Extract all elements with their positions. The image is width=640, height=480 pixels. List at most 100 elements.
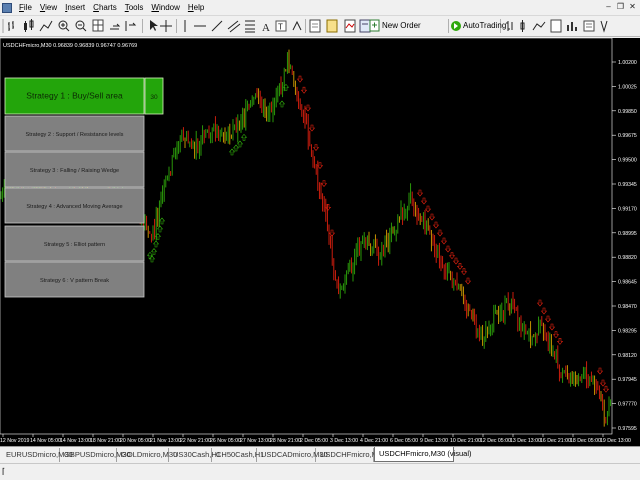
menu-view[interactable]: View bbox=[36, 0, 61, 15]
period-h1-icon[interactable] bbox=[550, 19, 562, 33]
tab-usdchf-visual[interactable]: USDCHFmicro,M30 (visual) bbox=[374, 447, 472, 462]
period-w1-icon[interactable] bbox=[600, 20, 608, 33]
sell-arrow bbox=[456, 263, 464, 270]
strategy-panel: Strategy 1 : Buy/Sell area Strategy 2 : S… bbox=[4, 77, 164, 298]
candlestick-icon[interactable] bbox=[24, 19, 34, 32]
period-d1-icon[interactable] bbox=[583, 20, 595, 32]
zoom-in-icon[interactable] bbox=[58, 20, 70, 32]
scroll-chart-icon[interactable] bbox=[110, 23, 121, 30]
toolbar-icons: A T bbox=[2, 19, 608, 34]
price-label: 0.99500 bbox=[618, 158, 637, 164]
time-label: 3 Dec 13:00 bbox=[330, 438, 358, 444]
sell-arrow bbox=[448, 252, 456, 260]
svg-text:T: T bbox=[278, 23, 283, 32]
period-m15-icon[interactable] bbox=[532, 21, 546, 31]
status-bar: ⌈ bbox=[0, 463, 640, 480]
buy-arrow bbox=[146, 251, 154, 259]
new-order-button[interactable]: New Order bbox=[382, 19, 421, 33]
text-label-icon[interactable]: T bbox=[275, 20, 287, 32]
period-h4-icon[interactable] bbox=[567, 22, 577, 31]
sell-arrow bbox=[556, 338, 564, 345]
autotrading-button[interactable]: AutoTrading bbox=[463, 19, 506, 33]
price-label: 1.00200 bbox=[618, 60, 637, 66]
time-label: 2 Dec 05:00 bbox=[300, 438, 328, 444]
sell-arrow bbox=[544, 315, 552, 323]
sell-arrow bbox=[304, 104, 312, 112]
time-label: 16 Dec 21:00 bbox=[540, 438, 571, 444]
indicators-icon[interactable] bbox=[344, 19, 356, 33]
restore-icon[interactable]: ❐ bbox=[616, 2, 625, 11]
strategy-count-box[interactable]: 30 bbox=[144, 77, 164, 115]
navigator-icon[interactable] bbox=[359, 19, 371, 33]
chart-area[interactable]: 1.00200 1.00025 0.99850 0.99675 0.99500 0.993… bbox=[0, 38, 640, 446]
trendline-icon[interactable] bbox=[211, 20, 223, 32]
bar-chart-icon[interactable] bbox=[8, 21, 14, 31]
price-label: 0.98995 bbox=[618, 231, 637, 237]
period-m5-icon[interactable] bbox=[520, 20, 525, 32]
new-order-icon[interactable] bbox=[369, 19, 380, 32]
time-label: 14 Nov 05:00 bbox=[30, 438, 61, 444]
menu-insert[interactable]: Insert bbox=[61, 0, 89, 15]
arrows-icon[interactable] bbox=[292, 20, 302, 31]
channel-icon[interactable] bbox=[227, 20, 241, 33]
tab-us30[interactable]: US30Cash,H1 bbox=[169, 448, 221, 462]
time-label: 26 Nov 05:00 bbox=[210, 438, 241, 444]
menu-window[interactable]: Window bbox=[147, 0, 183, 15]
buy-arrow bbox=[240, 133, 248, 141]
menu-file[interactable]: File bbox=[15, 0, 36, 15]
tab-eurusd[interactable]: EURUSDmicro,M30 bbox=[2, 448, 73, 462]
tab-usdchf[interactable]: USDCHFmicro,M30 bbox=[316, 448, 386, 462]
minimize-icon[interactable]: – bbox=[604, 2, 613, 11]
tab-gbpusd[interactable]: GBPUSDmicro,M30 bbox=[60, 448, 131, 462]
sell-arrow bbox=[540, 307, 548, 315]
templates-icon[interactable] bbox=[326, 19, 338, 33]
text-icon[interactable]: A bbox=[262, 22, 270, 34]
tab-ch50[interactable]: CH50Cash,H1 bbox=[212, 448, 264, 462]
strategy-button-4[interactable]: Strategy 4 : Advanced Moving Average bbox=[4, 187, 145, 224]
menu-help[interactable]: Help bbox=[184, 0, 208, 15]
strategy-button-6[interactable]: Strategy 6 : V pattern Break bbox=[4, 261, 145, 298]
strategy-button-5[interactable]: Strategy 5 : Elliot pattern bbox=[4, 225, 145, 262]
time-label: 12 Nov 2019 bbox=[0, 438, 30, 444]
price-chart: 1.00200 1.00025 0.99850 0.99675 0.99500 0.993… bbox=[0, 38, 637, 444]
zoom-out-icon[interactable] bbox=[75, 20, 87, 32]
chart-shift-icon[interactable] bbox=[125, 21, 137, 31]
autotrading-icon[interactable] bbox=[451, 21, 461, 31]
strategy-button-1[interactable]: Strategy 1 : Buy/Sell area bbox=[4, 77, 145, 115]
buy-arrow bbox=[150, 248, 158, 255]
line-chart-icon[interactable] bbox=[39, 20, 53, 32]
menu-tools[interactable]: Tools bbox=[121, 0, 148, 15]
price-label: 0.99675 bbox=[618, 133, 637, 139]
tab-usdcad[interactable]: USDCADmicro,M30 bbox=[257, 448, 328, 462]
cursor-icon[interactable] bbox=[150, 20, 158, 31]
strategy-label: Strategy 5 : Elliot pattern bbox=[44, 242, 105, 248]
time-label: 18 Dec 05:00 bbox=[570, 438, 601, 444]
time-label: 13 Dec 13:00 bbox=[510, 438, 541, 444]
sell-arrow bbox=[416, 189, 424, 197]
sell-arrow bbox=[316, 162, 324, 169]
tab-gold[interactable]: GOLDmicro,M30 bbox=[117, 448, 177, 462]
app-icon bbox=[2, 2, 12, 13]
close-icon[interactable]: ✕ bbox=[628, 2, 637, 11]
menu-bar: File View Insert Charts Tools Window Hel… bbox=[0, 0, 640, 15]
price-label: 0.98820 bbox=[618, 255, 637, 261]
strategy-label: Strategy 1 : Buy/Sell area bbox=[26, 91, 123, 101]
price-label: 0.98470 bbox=[618, 304, 637, 310]
crosshair-icon[interactable] bbox=[160, 20, 172, 32]
tile-windows-icon[interactable] bbox=[92, 19, 104, 32]
periodicity-icon[interactable] bbox=[309, 19, 321, 33]
time-label: 18 Nov 21:00 bbox=[90, 438, 121, 444]
sell-arrow bbox=[436, 229, 444, 237]
chart-header: USDCHFmicro,M30 0.96839 0.96839 0.96747 … bbox=[3, 43, 137, 49]
sell-arrow bbox=[312, 144, 320, 151]
menu-charts[interactable]: Charts bbox=[89, 0, 121, 15]
period-m1-icon[interactable] bbox=[506, 21, 513, 31]
sell-arrow bbox=[444, 245, 452, 253]
buy-arrow bbox=[148, 255, 156, 263]
strategy-button-3[interactable]: Strategy 3 : Falling / Raising Wedge bbox=[4, 151, 145, 188]
price-label: 0.98295 bbox=[618, 328, 637, 334]
fibonacci-icon[interactable] bbox=[245, 20, 255, 33]
strategy-button-2[interactable]: Strategy 2 : Support / Resistance levels bbox=[4, 115, 145, 152]
time-label: 4 Dec 21:00 bbox=[360, 438, 388, 444]
price-label: 0.97770 bbox=[618, 402, 637, 408]
